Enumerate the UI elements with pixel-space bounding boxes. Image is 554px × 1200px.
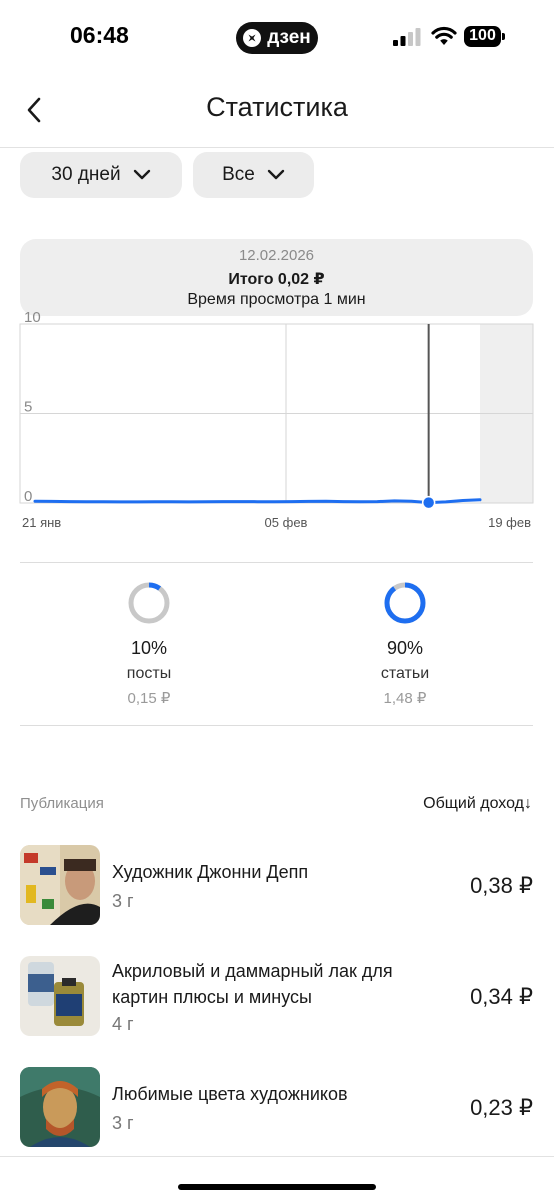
x-tick-label: 19 фев bbox=[488, 515, 531, 530]
donut-track bbox=[128, 582, 170, 624]
publication-title: Художник Джонни Депп bbox=[112, 862, 309, 882]
page-title: Статистика bbox=[206, 92, 348, 122]
publication-title: Акриловый и даммарный лак для картин плю… bbox=[112, 961, 393, 1007]
y-tick-label: 5 bbox=[24, 399, 32, 416]
articles-share-amount: 1,48 ₽ bbox=[383, 690, 427, 707]
chevron-down-icon bbox=[267, 169, 285, 180]
publication-age: 4 г bbox=[112, 1014, 134, 1034]
publication-income: 0,38 ₽ bbox=[470, 873, 533, 898]
chevron-down-icon bbox=[133, 169, 150, 180]
publication-row[interactable]: Любимые цвета художников 3 г 0,23 ₽ bbox=[20, 1067, 533, 1147]
y-tick-label: 10 bbox=[24, 309, 41, 326]
income-line-chart[interactable]: 10 5 0 21 янв 05 фев 19 фев bbox=[0, 300, 554, 540]
battery-icon: 100 bbox=[464, 26, 506, 47]
period-filter-dropdown[interactable]: 30 дней bbox=[20, 152, 182, 198]
publication-thumbnail bbox=[20, 845, 100, 925]
x-tick-label: 21 янв bbox=[22, 515, 61, 530]
income-sort-button[interactable]: Общий доход↓ bbox=[423, 795, 532, 813]
series-line bbox=[33, 498, 482, 505]
header-divider bbox=[0, 147, 554, 148]
cellular-signal-icon bbox=[393, 28, 421, 46]
articles-share-label: статьи bbox=[380, 665, 430, 682]
articles-share-donut bbox=[384, 582, 426, 624]
publication-thumbnail bbox=[20, 956, 100, 1036]
section-divider bbox=[20, 562, 533, 563]
home-indicator bbox=[178, 1184, 376, 1190]
y-tick-label: 0 bbox=[24, 488, 32, 505]
dzen-logo-icon bbox=[243, 29, 262, 47]
posts-share-percent: 10% bbox=[130, 638, 168, 658]
bottom-divider bbox=[0, 1156, 554, 1157]
x-tick-label: 05 фев bbox=[265, 515, 308, 530]
dzen-badge-label: дзен bbox=[267, 27, 311, 48]
publication-income: 0,34 ₽ bbox=[470, 984, 533, 1009]
battery-level: 100 bbox=[469, 27, 496, 44]
selected-data-point bbox=[421, 495, 436, 510]
tooltip-total: Итого 0,02 ₽ bbox=[228, 271, 325, 288]
content-type-filter-label: Все bbox=[222, 164, 255, 185]
publication-column-header: Публикация bbox=[20, 795, 104, 812]
publication-age: 3 г bbox=[112, 1113, 134, 1133]
publication-row[interactable]: Художник Джонни Депп 3 г 0,38 ₽ bbox=[20, 845, 533, 925]
publication-thumbnail bbox=[20, 1067, 100, 1147]
publication-title: Любимые цвета художников bbox=[112, 1084, 348, 1104]
posts-share-block: 10% посты 0,15 ₽ bbox=[49, 580, 249, 707]
wifi-icon bbox=[431, 26, 457, 45]
publication-age: 3 г bbox=[112, 891, 134, 911]
publication-income: 0,23 ₽ bbox=[470, 1095, 533, 1120]
period-filter-label: 30 дней bbox=[51, 164, 121, 185]
publication-row[interactable]: Акриловый и даммарный лак для картин плю… bbox=[20, 956, 533, 1036]
posts-share-label: посты bbox=[126, 665, 172, 682]
articles-share-percent: 90% bbox=[386, 638, 424, 658]
posts-share-amount: 0,15 ₽ bbox=[127, 690, 171, 707]
donut-arc bbox=[384, 582, 426, 624]
dzen-badge[interactable]: дзен bbox=[236, 22, 318, 54]
tooltip-date: 12.02.2026 bbox=[238, 247, 315, 264]
status-time: 06:48 bbox=[70, 22, 129, 48]
section-divider bbox=[20, 725, 533, 726]
articles-share-block: 90% статьи 1,48 ₽ bbox=[305, 580, 505, 707]
posts-share-donut bbox=[128, 582, 170, 624]
content-type-filter-dropdown[interactable]: Все bbox=[193, 152, 314, 198]
